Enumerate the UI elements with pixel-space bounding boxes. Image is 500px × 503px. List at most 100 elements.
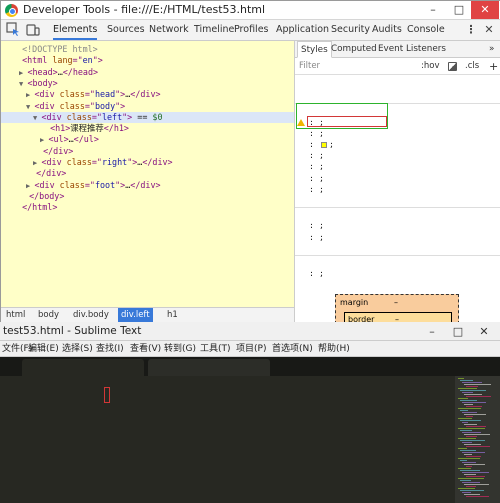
filter-input[interactable]: Filter xyxy=(299,58,320,75)
code-line[interactable] xyxy=(52,387,111,404)
tab-event-listeners[interactable]: Event Listeners xyxy=(378,41,446,58)
more-options-icon[interactable]: ⋮ xyxy=(463,22,479,38)
menu-item[interactable]: 编辑(E) xyxy=(28,341,59,357)
sublime-minimize-button[interactable]: – xyxy=(420,323,444,341)
dom-token: class xyxy=(59,179,85,190)
menu-item[interactable]: 选择(S) xyxy=(62,341,93,357)
menu-item[interactable]: 项目(P) xyxy=(236,341,266,357)
code-editor[interactable] xyxy=(0,376,460,503)
toggle-element-state-icon[interactable] xyxy=(448,62,457,71)
css-property-padding-left[interactable]: : ; xyxy=(309,173,324,184)
breadcrumb-item-div-left[interactable]: div.left xyxy=(118,308,153,322)
editor-tab[interactable] xyxy=(148,359,270,376)
dom-token: =" xyxy=(91,157,102,167)
code-line[interactable] xyxy=(52,435,107,449)
code-line[interactable] xyxy=(52,481,107,495)
minimize-button[interactable]: – xyxy=(421,1,445,19)
minimap[interactable] xyxy=(455,376,500,503)
box-model-border-value[interactable]: – xyxy=(395,314,399,322)
minimap-line xyxy=(458,398,468,399)
dom-node-line[interactable]: <!DOCTYPE html> xyxy=(12,44,98,55)
tab-audits[interactable]: Audits xyxy=(372,20,402,40)
tab-timeline[interactable]: Timeline xyxy=(194,20,234,40)
box-model-diagram: margin – border – xyxy=(335,294,459,322)
minimap-line xyxy=(466,396,491,397)
breadcrumb-item-body[interactable]: body xyxy=(35,308,62,322)
editor-tab[interactable] xyxy=(22,359,144,376)
minimap-line xyxy=(460,440,485,441)
dom-token: </div> xyxy=(36,168,67,179)
device-toolbar-icon[interactable] xyxy=(25,22,41,38)
minimap-line xyxy=(458,438,476,439)
dom-node-line[interactable]: </div> xyxy=(26,168,66,179)
css-property-padding[interactable]: : ; xyxy=(309,232,324,243)
inspect-element-icon[interactable] xyxy=(5,22,21,38)
dom-node-line[interactable]: </div> xyxy=(33,146,73,157)
minimap-line xyxy=(460,420,481,421)
sublime-maximize-button[interactable]: □ xyxy=(446,323,470,341)
breadcrumb-item-html[interactable]: html xyxy=(3,308,28,322)
code-line[interactable] xyxy=(52,419,107,433)
sublime-close-button[interactable]: ✕ xyxy=(470,323,498,341)
code-line[interactable] xyxy=(52,373,80,387)
menu-item[interactable]: 工具(T) xyxy=(200,341,231,357)
minimap-line xyxy=(458,458,480,459)
close-button[interactable]: ✕ xyxy=(471,1,499,19)
minimap-line xyxy=(462,392,473,393)
dom-token: <body> xyxy=(27,77,58,88)
box-model-margin-value[interactable]: – xyxy=(394,297,398,308)
cls-toggle[interactable]: .cls xyxy=(465,58,479,75)
dom-node-line[interactable]: <html lang="en"> xyxy=(12,55,103,66)
menu-item[interactable]: 转到(G) xyxy=(164,341,196,357)
tab-network[interactable]: Network xyxy=(149,20,189,40)
code-line[interactable] xyxy=(52,450,107,464)
tab-sources[interactable]: Sources xyxy=(107,20,145,40)
color-swatch[interactable] xyxy=(321,141,327,148)
minimap-line xyxy=(464,484,489,485)
dom-node-line[interactable]: </body> xyxy=(19,191,64,202)
tab-computed[interactable]: Computed xyxy=(331,41,377,58)
css-property-float[interactable]: : ; xyxy=(309,150,324,161)
menu-item[interactable]: 帮助(H) xyxy=(318,341,350,357)
minimap-line xyxy=(466,416,473,417)
minimap-line xyxy=(464,384,491,385)
code-line[interactable] xyxy=(52,404,107,418)
maximize-button[interactable]: □ xyxy=(447,1,471,19)
breadcrumb-item-div-body[interactable]: div.body xyxy=(70,308,112,322)
css-property-background-color[interactable]: : ; xyxy=(309,139,334,150)
menu-item[interactable]: 查找(I) xyxy=(96,341,124,357)
tab-styles[interactable]: Styles xyxy=(297,41,332,58)
dom-token: =" xyxy=(91,111,102,122)
sublime-window-title: test53.html - Sublime Text xyxy=(3,325,142,337)
code-line[interactable] xyxy=(52,465,107,479)
more-tabs-icon[interactable]: » xyxy=(489,41,494,58)
code-highlight-box xyxy=(104,387,111,404)
code-line[interactable] xyxy=(52,496,80,503)
menu-item[interactable]: 查看(V) xyxy=(130,341,161,357)
close-devtools-icon[interactable]: ✕ xyxy=(481,22,497,38)
sublime-text-window: test53.html - Sublime Text – □ ✕ 文件(F) 编辑… xyxy=(0,322,500,503)
tab-console[interactable]: Console xyxy=(407,20,445,40)
tab-security[interactable]: Security xyxy=(331,20,370,40)
rule-separator xyxy=(295,255,500,256)
breadcrumb-item-h1[interactable]: h1 xyxy=(164,308,181,322)
dom-token: <div xyxy=(41,157,67,167)
dom-token: <div xyxy=(34,100,60,111)
css-property-margin[interactable]: : ; xyxy=(309,220,324,231)
styles-filter-bar: Filter :hov .cls + xyxy=(295,58,500,75)
css-property-padding-top[interactable]: : ; xyxy=(309,161,324,172)
tab-elements[interactable]: Elements xyxy=(53,20,98,40)
minimap-line xyxy=(462,472,489,473)
minimap-line xyxy=(458,378,464,379)
dom-node-line[interactable]: <h1>课程推荐</h1> xyxy=(40,123,129,134)
dom-node-line[interactable]: </html> xyxy=(12,202,57,213)
dom-token: class xyxy=(66,157,92,167)
hov-toggle[interactable]: :hov xyxy=(421,58,439,75)
dom-token: class xyxy=(59,100,85,111)
tab-application[interactable]: Application xyxy=(276,20,329,40)
css-property-text-align[interactable]: : ; xyxy=(309,184,324,195)
tab-profiles[interactable]: Profiles xyxy=(234,20,269,40)
new-style-rule-button[interactable]: + xyxy=(489,58,498,75)
menu-item[interactable]: 首选项(N) xyxy=(272,341,313,357)
css-property-height[interactable]: : ; xyxy=(309,128,324,139)
